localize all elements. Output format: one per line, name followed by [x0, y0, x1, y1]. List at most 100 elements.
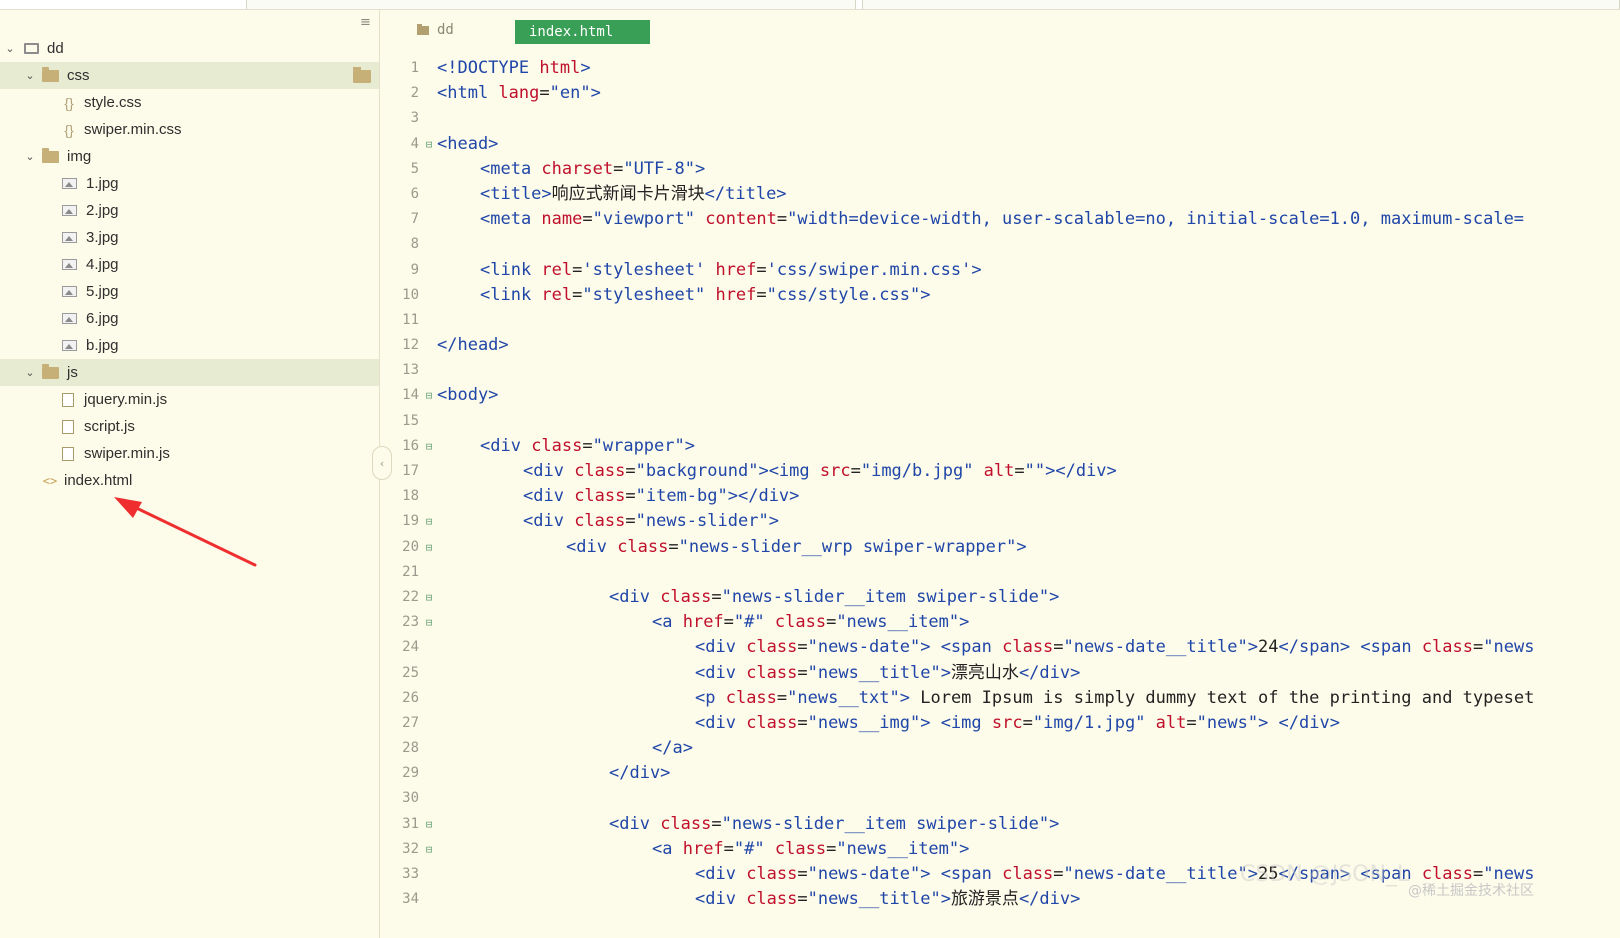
code-area[interactable]: 1 <!DOCTYPE html> 2 <html lang="en"> 3 4 ⊟ <hea…	[381, 56, 1620, 912]
tree-item-img[interactable]: ⌄ img	[0, 143, 379, 170]
code-token: >	[768, 511, 779, 532]
fold-toggle-icon[interactable]: ⊟	[423, 535, 435, 560]
code-token: 旅游景点	[950, 889, 1019, 910]
code-line[interactable]: 28 </a>	[381, 736, 1620, 761]
js-file-icon	[62, 419, 74, 434]
fold-toggle-icon[interactable]: ⊟	[423, 509, 435, 534]
code-token: <div	[523, 461, 575, 481]
code-line[interactable]: 17 <div class="background"><img src="img/…	[381, 459, 1620, 484]
code-text: <meta name="viewport" content="width=dev…	[480, 207, 1524, 232]
code-line[interactable]: 14 ⊟ <body>	[381, 383, 1620, 408]
code-token: src	[991, 712, 1023, 733]
fold-toggle-icon[interactable]: ⊟	[423, 132, 435, 157]
code-text: <link rel='stylesheet' href='css/swiper.…	[480, 258, 982, 283]
code-token: =	[776, 209, 788, 230]
code-token: =	[776, 687, 788, 708]
fold-toggle-icon[interactable]: ⊟	[423, 434, 435, 459]
code-line[interactable]: 23 ⊟ <a href="#" class="news__item">	[381, 610, 1620, 635]
code-line[interactable]: 16 ⊟ <div class="wrapper">	[381, 434, 1620, 459]
code-text: <head>	[437, 132, 498, 157]
code-line[interactable]: 25 <div class="news__title">漂亮山水</div>	[381, 661, 1620, 686]
code-token: "news-slider__item swiper-slide"	[721, 586, 1050, 607]
code-line[interactable]: 11	[381, 308, 1620, 333]
fold-toggle-icon[interactable]: ⊟	[423, 837, 435, 862]
code-line[interactable]: 26 <p class="news__txt"> Lorem Ipsum is s…	[381, 686, 1620, 711]
code-line[interactable]: 4 ⊟ <head>	[381, 132, 1620, 157]
tree-item-style-css[interactable]: {} style.css	[0, 89, 379, 116]
code-line[interactable]: 30	[381, 786, 1620, 811]
code-text: <a href="#" class="news__item">	[652, 837, 969, 862]
code-line[interactable]: 1 <!DOCTYPE html>	[381, 56, 1620, 81]
code-line[interactable]: 29 </div>	[381, 761, 1620, 786]
collapse-sidebar-handle[interactable]: ‹	[372, 446, 392, 480]
line-number: 18	[402, 488, 419, 505]
code-text: <div class="news__title">漂亮山水</div>	[695, 661, 1080, 686]
tree-item-script-js[interactable]: script.js	[0, 413, 379, 440]
code-line[interactable]: 20 ⊟ <div class="news-slider__wrp swiper-w…	[381, 535, 1620, 560]
tree-item-label: css	[67, 67, 90, 84]
code-line[interactable]: 12 </head>	[381, 333, 1620, 358]
tree-item-4-jpg[interactable]: 4.jpg	[0, 251, 379, 278]
tab-index-html[interactable]: index.html	[515, 20, 650, 44]
line-number: 19	[402, 513, 419, 530]
code-line[interactable]: 5 <meta charset="UTF-8">	[381, 157, 1620, 182]
tree-item-label: swiper.min.css	[84, 121, 182, 138]
tree-item-css[interactable]: ⌄ css	[0, 62, 379, 89]
tree-item-3-jpg[interactable]: 3.jpg	[0, 224, 379, 251]
tree-item-swiper-min-js[interactable]: swiper.min.js	[0, 440, 379, 467]
tree-item-swiper-min-css[interactable]: {} swiper.min.css	[0, 116, 379, 143]
fold-toggle-icon[interactable]: ⊟	[423, 383, 435, 408]
tree-root-dd[interactable]: ⌄ dd	[0, 35, 379, 62]
code-line[interactable]: 21	[381, 560, 1620, 585]
menu-icon[interactable]: ≡	[360, 16, 371, 29]
line-number: 30	[402, 790, 419, 807]
code-line[interactable]: 13	[381, 358, 1620, 383]
tree-item-b-jpg[interactable]: b.jpg	[0, 332, 379, 359]
tree-item-5-jpg[interactable]: 5.jpg	[0, 278, 379, 305]
folder-icon[interactable]	[353, 67, 371, 83]
code-line[interactable]: 2 <html lang="en">	[381, 81, 1620, 106]
code-token: =	[1053, 637, 1064, 658]
tree-item-1-jpg[interactable]: 1.jpg	[0, 170, 379, 197]
code-line[interactable]: 27 <div class="news__img"> <img src="img/…	[381, 711, 1620, 736]
line-number: 9	[410, 261, 419, 278]
code-token: >	[694, 158, 706, 179]
code-line[interactable]: 31 ⊟ <div class="news-slider__item swiper-…	[381, 812, 1620, 837]
tree-item-js[interactable]: ⌄ js	[0, 359, 379, 386]
code-token: =	[826, 612, 837, 633]
tree-item-2-jpg[interactable]: 2.jpg	[0, 197, 379, 224]
code-line[interactable]: 19 ⊟ <div class="news-slider">	[381, 509, 1620, 534]
code-token: =	[625, 486, 636, 507]
line-number: 2	[410, 85, 419, 102]
code-token: <div	[523, 486, 575, 507]
code-line[interactable]: 15	[381, 409, 1620, 434]
code-token: "viewport"	[592, 209, 706, 230]
editor-tabbar: dd index.html	[381, 20, 1620, 44]
code-line[interactable]: 9 <link rel='stylesheet' href='css/swiper…	[381, 258, 1620, 283]
breadcrumb[interactable]: dd	[417, 22, 454, 38]
tree-item-6-jpg[interactable]: 6.jpg	[0, 305, 379, 332]
code-token: <div	[523, 511, 575, 532]
code-line[interactable]: 24 <div class="news-date"> <span class="n…	[381, 635, 1620, 660]
fold-toggle-icon[interactable]: ⊟	[423, 812, 435, 837]
fold-toggle-icon[interactable]: ⊟	[423, 610, 435, 635]
code-token: class	[746, 889, 798, 910]
fold-toggle-icon[interactable]: ⊟	[423, 585, 435, 610]
code-token: =	[1022, 712, 1033, 733]
code-editor: dd index.html 1 <!DOCTYPE html> 2 <html lan…	[381, 10, 1620, 938]
code-line[interactable]: 32 ⊟ <a href="#" class="news__item">	[381, 837, 1620, 862]
code-line[interactable]: 3	[381, 106, 1620, 131]
code-line[interactable]: 6 <title>响应式新闻卡片滑块</title>	[381, 182, 1620, 207]
code-text: <div class="news-slider__wrp swiper-wrap…	[566, 535, 1027, 560]
code-token: "item-bg"	[635, 486, 728, 507]
tree-item-jquery-min-js[interactable]: jquery.min.js	[0, 386, 379, 413]
code-token: "news-slider"	[635, 511, 769, 532]
chevron-down-icon: ⌄	[25, 70, 35, 82]
line-number: 25	[402, 664, 419, 681]
code-token: <!DOCTYPE	[437, 58, 540, 78]
code-line[interactable]: 10 <link rel="stylesheet" href="css/style…	[381, 283, 1620, 308]
code-line[interactable]: 22 ⊟ <div class="news-slider__item swiper-…	[381, 585, 1620, 610]
code-line[interactable]: 8	[381, 232, 1620, 257]
code-line[interactable]: 7 <meta name="viewport" content="width=de…	[381, 207, 1620, 232]
code-line[interactable]: 18 <div class="item-bg"></div>	[381, 484, 1620, 509]
